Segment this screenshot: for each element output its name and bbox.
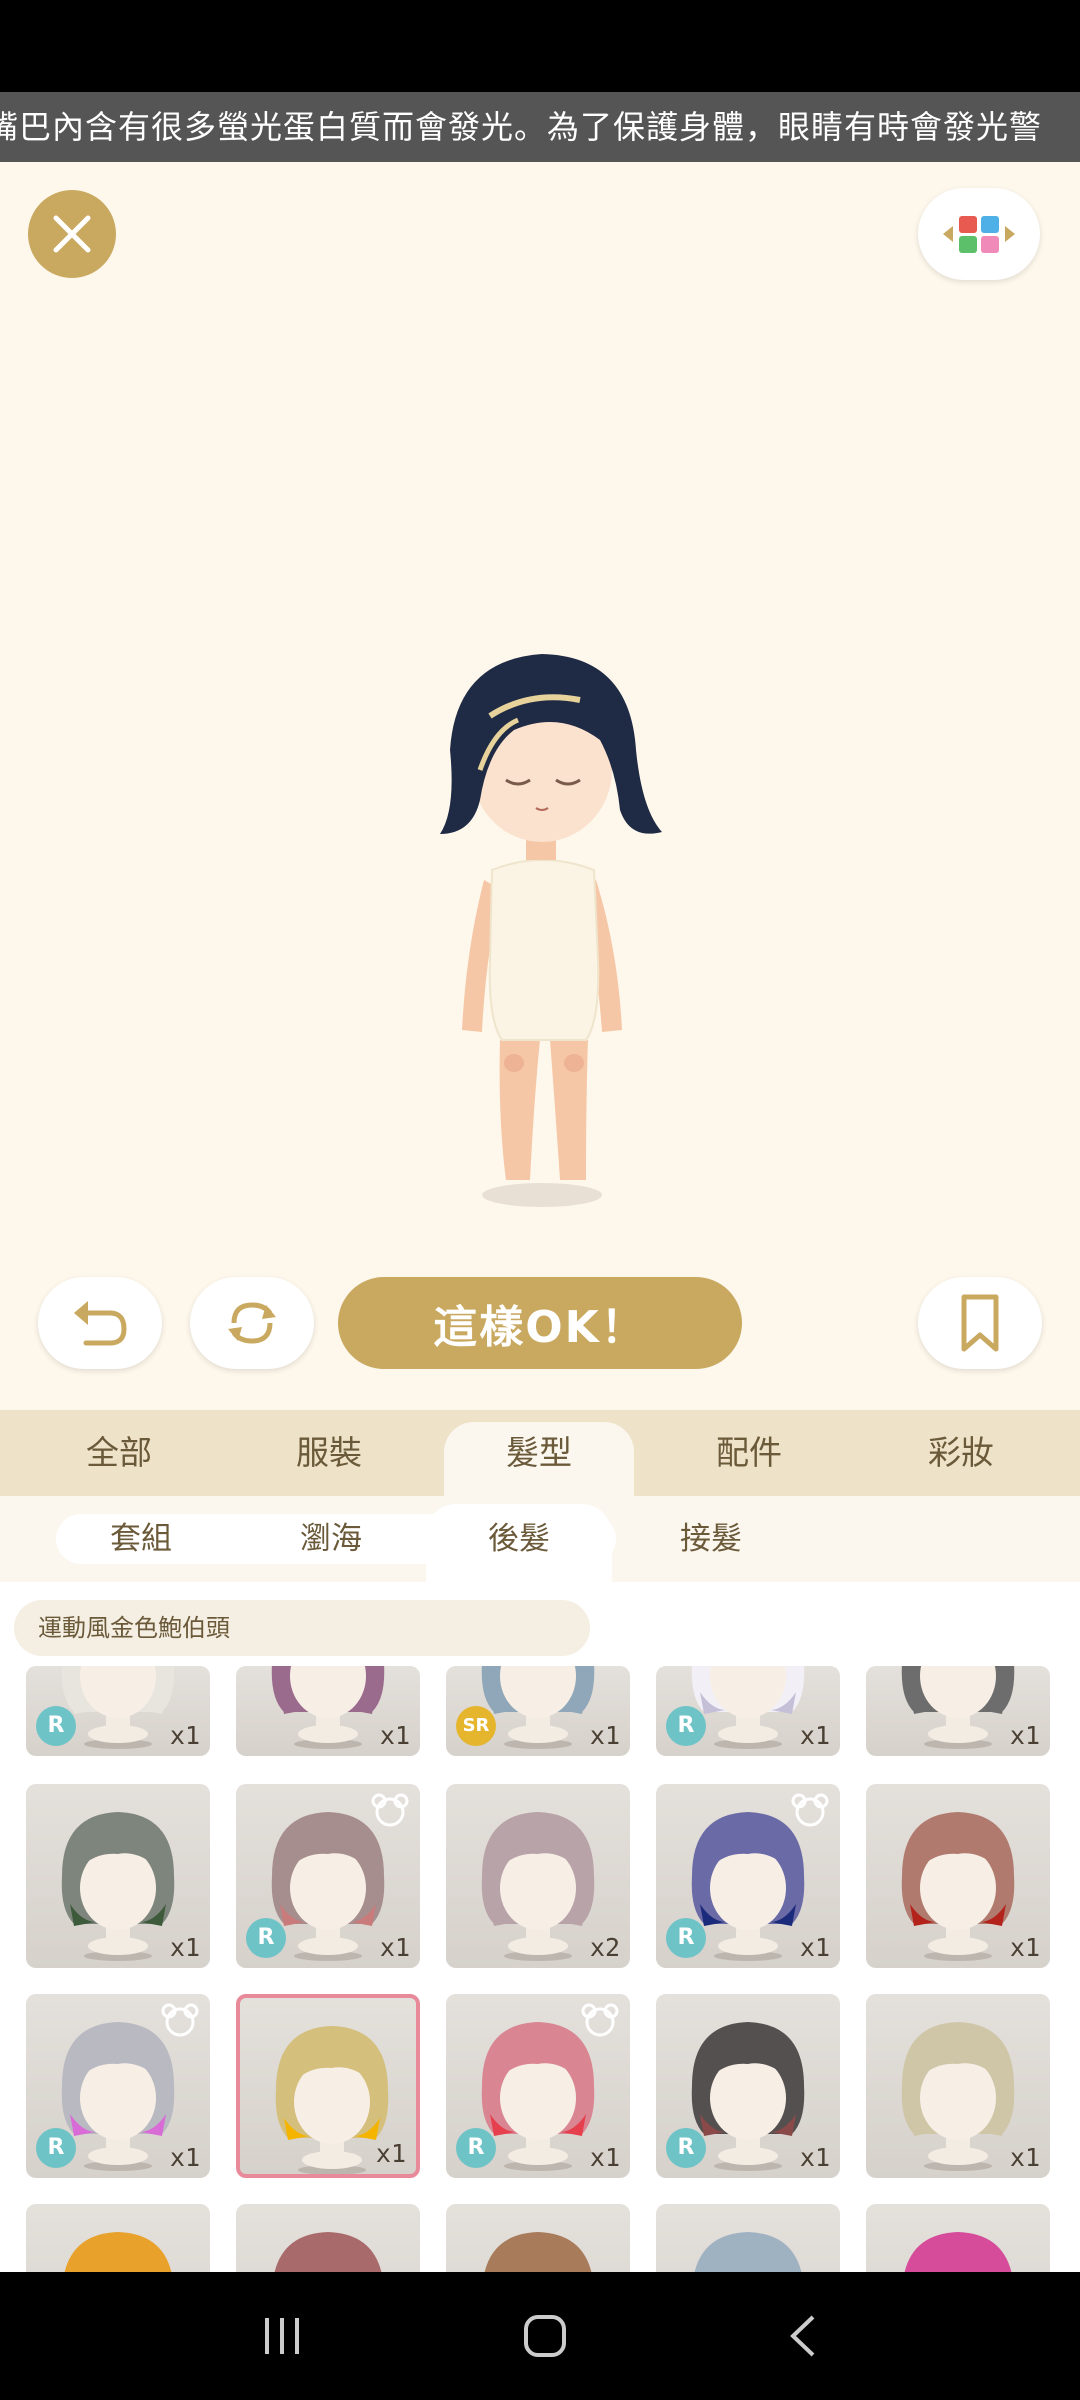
subtab-label: 套組 — [110, 1521, 172, 1557]
rarity-badge: R — [666, 2128, 706, 2168]
color-grid-icon — [943, 216, 1015, 253]
bear-badge-icon — [790, 1792, 830, 1828]
hair-preview-icon — [904, 2232, 1012, 2272]
subtab-bangs[interactable]: 瀏海 — [236, 1496, 426, 1582]
tab-label: 配件 — [716, 1433, 782, 1472]
info-ticker: 嘴巴內含有很多螢光蛋白質而會發光。為了保護身體，眼睛有時會發光警 — [0, 92, 1080, 162]
tab-label: 髮型 — [506, 1433, 572, 1472]
rarity-badge: R — [666, 1918, 706, 1958]
hair-item-tile[interactable]: Rx1 — [446, 1994, 630, 2178]
subtab-label: 後髮 — [488, 1521, 550, 1557]
item-quantity: x1 — [799, 1933, 830, 1962]
item-quantity: x2 — [589, 1933, 620, 1962]
recent-apps-icon[interactable] — [257, 2314, 307, 2358]
item-quantity: x1 — [1009, 1721, 1040, 1750]
item-quantity: x1 — [589, 1721, 620, 1750]
status-bar — [0, 0, 1080, 92]
bear-badge-icon — [580, 2002, 620, 2038]
item-quantity: x1 — [379, 1721, 410, 1750]
item-quantity: x1 — [169, 1933, 200, 1962]
ticker-text: 嘴巴內含有很多螢光蛋白質而會發光。為了保護身體，眼睛有時會發光警 — [0, 108, 1043, 146]
background-switch-button[interactable] — [918, 188, 1040, 280]
subtab-back-hair[interactable]: 後髮 — [426, 1504, 612, 1582]
item-quantity: x1 — [1009, 2143, 1040, 2172]
confirm-ok-label: 這樣OK！ — [433, 1302, 647, 1353]
close-icon — [53, 215, 91, 253]
tab-makeup[interactable]: 彩妝 — [866, 1410, 1056, 1496]
bear-badge-icon — [370, 1792, 410, 1828]
item-quantity: x1 — [375, 2139, 406, 2168]
rarity-badge: R — [456, 2128, 496, 2168]
hair-item-tile[interactable] — [866, 2204, 1050, 2272]
hair-preview-icon — [694, 2232, 802, 2272]
hair-item-tile[interactable]: x1 — [866, 1666, 1050, 1756]
hair-item-tile[interactable]: Rx1 — [656, 1994, 840, 2178]
undo-icon — [74, 1301, 127, 1346]
subtab-extensions[interactable]: 接髮 — [616, 1496, 806, 1582]
bookmark-button[interactable] — [918, 1277, 1042, 1369]
hair-preview-icon — [484, 2232, 592, 2272]
item-quantity: x1 — [799, 2143, 830, 2172]
randomize-button[interactable] — [190, 1277, 314, 1369]
item-quantity: x1 — [379, 1933, 410, 1962]
item-quantity: x1 — [169, 1721, 200, 1750]
close-button[interactable] — [28, 190, 116, 278]
hair-item-tile[interactable]: Rx1 — [26, 1666, 210, 1756]
item-quantity: x1 — [169, 2143, 200, 2172]
subtab-set[interactable]: 套組 — [46, 1496, 236, 1582]
rarity-badge: R — [36, 1706, 76, 1746]
selected-item-name: 運動風金色鮑伯頭 — [14, 1600, 590, 1656]
confirm-ok-button[interactable]: 這樣OK！ — [338, 1277, 742, 1369]
undo-button[interactable] — [38, 1277, 162, 1369]
hair-item-tile[interactable]: x1 — [236, 1994, 420, 2178]
tab-label: 全部 — [86, 1433, 152, 1472]
hair-item-tile[interactable]: x1 — [866, 1784, 1050, 1968]
hair-item-tile[interactable]: x1 — [236, 1666, 420, 1756]
system-nav-bar — [0, 2272, 1080, 2400]
subtab-label: 接髮 — [680, 1521, 742, 1557]
item-quantity: x1 — [799, 1721, 830, 1750]
hair-preview-icon — [274, 2232, 382, 2272]
refresh-icon — [228, 1302, 276, 1344]
tab-clothing[interactable]: 服裝 — [234, 1410, 424, 1496]
hair-item-tile[interactable]: Rx1 — [236, 1784, 420, 1968]
hair-item-tile[interactable] — [656, 2204, 840, 2272]
tab-hairstyle[interactable]: 髮型 — [444, 1422, 634, 1496]
tab-accessories[interactable]: 配件 — [654, 1410, 844, 1496]
hair-item-tile[interactable]: Rx1 — [656, 1784, 840, 1968]
back-icon[interactable] — [783, 2311, 823, 2361]
tab-label: 服裝 — [296, 1433, 362, 1472]
hair-item-tile[interactable] — [26, 2204, 210, 2272]
hair-item-tile[interactable] — [236, 2204, 420, 2272]
hair-item-tile[interactable]: x1 — [26, 1784, 210, 1968]
item-grid: 運動風金色鮑伯頭 Rx1 x1 SR x1 Rx1 x1 x1 Rx1 x2 Rx1 x1 Rx1 x1… — [0, 1582, 1080, 2272]
item-quantity: x1 — [589, 2143, 620, 2172]
tab-all[interactable]: 全部 — [24, 1410, 214, 1496]
tab-label: 彩妝 — [928, 1433, 994, 1472]
hair-item-tile[interactable]: x1 — [866, 1994, 1050, 2178]
bookmark-icon — [961, 1294, 999, 1352]
hair-item-tile[interactable]: SR x1 — [446, 1666, 630, 1756]
home-icon[interactable] — [520, 2311, 570, 2361]
category-tabs: 全部 服裝 髮型 配件 彩妝 — [0, 1410, 1080, 1496]
rarity-badge: R — [246, 1918, 286, 1958]
hair-item-tile[interactable] — [446, 2204, 630, 2272]
bear-badge-icon — [160, 2002, 200, 2038]
rarity-badge: R — [36, 2128, 76, 2168]
avatar-character — [440, 654, 662, 1207]
subcategory-tabs: 套組 瀏海 後髮 接髮 — [0, 1496, 1080, 1582]
hair-preview-icon — [64, 2232, 172, 2272]
item-quantity: x1 — [1009, 1933, 1040, 1962]
subtab-label: 瀏海 — [300, 1521, 362, 1557]
hair-item-tile[interactable]: Rx1 — [656, 1666, 840, 1756]
rarity-badge: R — [666, 1706, 706, 1746]
rarity-badge: SR — [456, 1706, 496, 1746]
hair-item-tile[interactable]: Rx1 — [26, 1994, 210, 2178]
hair-item-tile[interactable]: x2 — [446, 1784, 630, 1968]
